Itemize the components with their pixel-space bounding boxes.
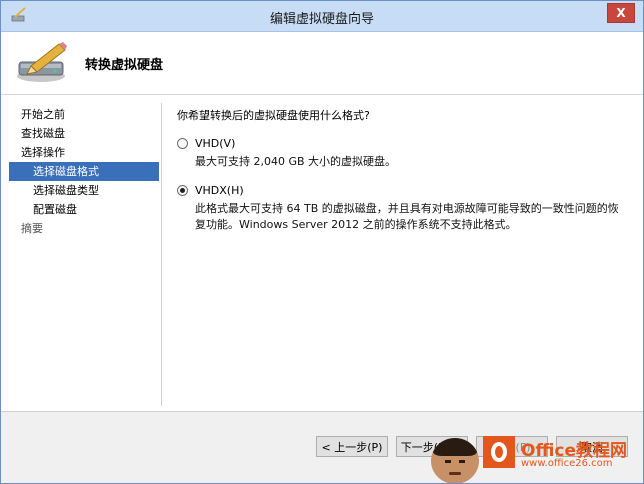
avatar-mouth xyxy=(449,472,461,475)
vhdx-description: 此格式最大可支持 64 TB 的虚拟磁盘，并且具有对电源故障可能导致的一致性问题… xyxy=(195,202,619,231)
vhd-description: 最大可支持 2,040 GB 大小的虚拟硬盘。 xyxy=(195,155,397,168)
vhdx-radio[interactable] xyxy=(177,185,188,196)
nav-item-choose-disk-format[interactable]: 选择磁盘格式 xyxy=(9,162,159,181)
nav-item-summary: 摘要 xyxy=(21,222,43,235)
avatar-eye xyxy=(445,460,451,463)
step-navigation: 开始之前 查找磁盘 选择操作 选择磁盘格式 选择磁盘类型 配置磁盘 摘要 xyxy=(9,105,159,238)
nav-item-choose-disk-type[interactable]: 选择磁盘类型 xyxy=(9,181,159,200)
nav-divider xyxy=(161,103,162,406)
vhd-option-label[interactable]: VHD(V) xyxy=(195,137,235,150)
nav-item-choose-action[interactable]: 选择操作 xyxy=(9,143,159,162)
watermark-logo: Office教程网 www.office26.com xyxy=(483,428,641,480)
watermark-avatar xyxy=(431,438,479,483)
disk-pencil-icon xyxy=(17,42,67,82)
vhdx-option-label[interactable]: VHDX(H) xyxy=(195,184,244,197)
close-button[interactable]: X xyxy=(607,3,635,23)
office-logo-icon xyxy=(483,436,515,468)
nav-item-before-you-begin[interactable]: 开始之前 xyxy=(9,105,159,124)
avatar-hair xyxy=(433,438,477,456)
format-selection-panel: 你希望转换后的虚拟硬盘使用什么格式? VHD(V) 最大可支持 2,040 GB… xyxy=(177,107,627,247)
wizard-body: 开始之前 查找磁盘 选择操作 选择磁盘格式 选择磁盘类型 配置磁盘 摘要 你希望… xyxy=(1,95,643,411)
wizard-header: 转换虚拟硬盘 xyxy=(1,32,643,95)
previous-button[interactable]: < 上一步(P) xyxy=(316,436,388,457)
vhdx-option[interactable]: VHDX(H) xyxy=(177,184,627,197)
watermark-url: www.office26.com xyxy=(521,458,613,469)
avatar-eye xyxy=(459,460,465,463)
nav-item-configure-disk[interactable]: 配置磁盘 xyxy=(9,200,159,219)
page-title: 转换虚拟硬盘 xyxy=(85,58,164,73)
vhd-radio[interactable] xyxy=(177,138,188,149)
nav-item-locate-disk[interactable]: 查找磁盘 xyxy=(9,124,159,143)
title-bar[interactable]: 编辑虚拟硬盘向导 X xyxy=(1,1,643,32)
format-question: 你希望转换后的虚拟硬盘使用什么格式? xyxy=(177,109,370,122)
window-title: 编辑虚拟硬盘向导 xyxy=(269,12,374,27)
vhd-option[interactable]: VHD(V) xyxy=(177,137,627,150)
button-bar: < 上一步(P) 下一步(N) > 完成(F) 取消 Office教程网 www… xyxy=(1,411,643,483)
wizard-window: 编辑虚拟硬盘向导 X 转换虚拟硬盘 开始之前 查找磁盘 选择操作 选择磁盘格式 … xyxy=(0,0,644,484)
